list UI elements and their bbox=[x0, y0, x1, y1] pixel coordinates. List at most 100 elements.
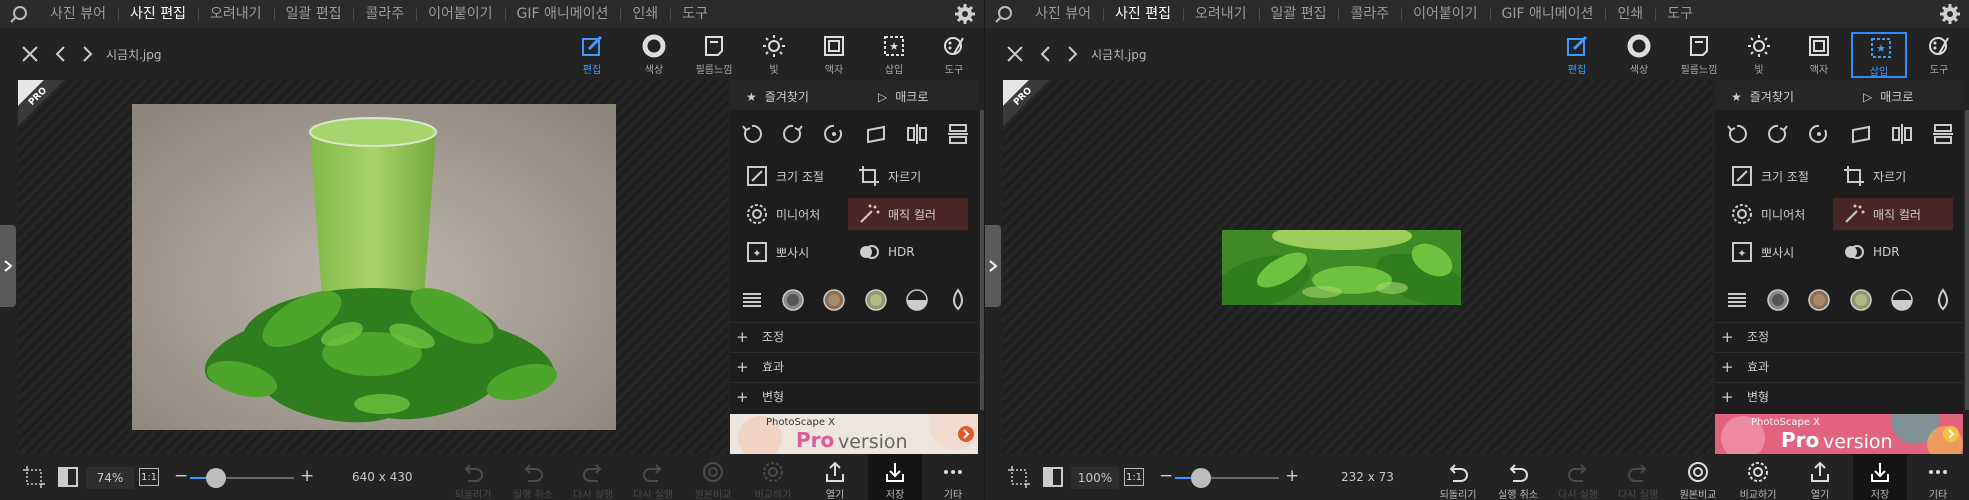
panel-scrollbar[interactable] bbox=[1965, 110, 1969, 410]
accordion-transform[interactable]: + 변형 bbox=[1715, 382, 1963, 410]
menu-item-print[interactable]: 인쇄 bbox=[1605, 0, 1655, 28]
close-icon[interactable] bbox=[18, 42, 42, 66]
menu-item-collage[interactable]: 콜라주 bbox=[1338, 0, 1401, 28]
tool-insert[interactable]: ★ 삽입 bbox=[866, 32, 922, 78]
app-logo-icon[interactable] bbox=[985, 0, 1023, 28]
original-compare-button[interactable]: 원본비교 bbox=[1671, 458, 1725, 500]
more-button[interactable]: 기타 bbox=[1911, 458, 1965, 500]
menu-item-editor[interactable]: 사진 편집 bbox=[117, 0, 198, 28]
menu-item-viewer[interactable]: 사진 뷰어 bbox=[38, 0, 118, 28]
image-canvas[interactable]: PRO bbox=[18, 80, 728, 454]
menu-item-combine[interactable]: 이어붙이기 bbox=[1401, 0, 1489, 28]
undo-button[interactable]: 실행 취소 bbox=[1491, 458, 1545, 500]
flip-vertical-icon[interactable] bbox=[1931, 122, 1955, 146]
filter-half-icon[interactable] bbox=[1890, 288, 1914, 312]
filter-warm-icon[interactable] bbox=[1849, 288, 1873, 312]
accordion-effects[interactable]: + 효과 bbox=[730, 352, 978, 380]
resize-button[interactable]: 크기 조절 bbox=[1721, 160, 1831, 192]
tool-tools[interactable]: 도구 bbox=[1911, 32, 1967, 78]
redo-all-button[interactable]: 다시 실행 bbox=[626, 458, 680, 500]
tool-frame[interactable]: 액자 bbox=[1791, 32, 1847, 78]
tool-color[interactable]: 색상 bbox=[626, 32, 682, 78]
straighten-icon[interactable] bbox=[1849, 122, 1873, 146]
straighten-icon[interactable] bbox=[864, 122, 888, 146]
accordion-adjust[interactable]: + 조정 bbox=[730, 322, 978, 350]
filter-bw-icon[interactable] bbox=[781, 288, 805, 312]
filter-sepia-icon[interactable] bbox=[822, 288, 846, 312]
menu-item-tools[interactable]: 도구 bbox=[1655, 0, 1705, 28]
tool-film[interactable]: 필름느낌 bbox=[686, 32, 742, 78]
accordion-transform[interactable]: + 변형 bbox=[730, 382, 978, 410]
zoom-slider-thumb[interactable] bbox=[1191, 468, 1211, 488]
bloom-button[interactable]: ✦ 뽀사시 bbox=[1721, 236, 1831, 268]
tool-insert[interactable]: ★ 삽입 bbox=[1851, 32, 1907, 78]
macro-button[interactable]: ▷ 매크로 bbox=[878, 88, 928, 105]
tool-edit[interactable]: 편집 bbox=[1549, 32, 1605, 78]
tool-light[interactable]: 빛 bbox=[1731, 32, 1787, 78]
zoom-slider-thumb[interactable] bbox=[206, 468, 226, 488]
rotate-right-icon[interactable] bbox=[781, 122, 805, 146]
tool-light[interactable]: 빛 bbox=[746, 32, 802, 78]
chevron-right-icon[interactable] bbox=[1943, 426, 1959, 442]
drop-icon[interactable] bbox=[1931, 288, 1955, 312]
tool-color[interactable]: 색상 bbox=[1611, 32, 1667, 78]
next-arrow-icon[interactable] bbox=[1061, 42, 1085, 66]
revert-button[interactable]: 되돌리기 bbox=[446, 458, 500, 500]
tool-frame[interactable]: 액자 bbox=[806, 32, 862, 78]
rotate-left-icon[interactable] bbox=[1725, 122, 1749, 146]
rotate-free-icon[interactable] bbox=[822, 122, 846, 146]
zoom-input[interactable]: 100% bbox=[1071, 467, 1119, 489]
settings-gear-icon[interactable] bbox=[952, 1, 978, 27]
tool-film[interactable]: 필름느낌 bbox=[1671, 32, 1727, 78]
redo-button[interactable]: 다시 실행 bbox=[1551, 458, 1605, 500]
zoom-in-button[interactable]: + bbox=[1285, 466, 1299, 486]
drop-icon[interactable] bbox=[946, 288, 970, 312]
menu-item-collage[interactable]: 콜라주 bbox=[353, 0, 416, 28]
levels-icon[interactable] bbox=[1725, 288, 1749, 312]
image-canvas[interactable]: PRO bbox=[1003, 80, 1713, 454]
flip-vertical-icon[interactable] bbox=[946, 122, 970, 146]
previous-arrow-icon[interactable] bbox=[1033, 42, 1057, 66]
menu-item-batch[interactable]: 일괄 편집 bbox=[1258, 0, 1339, 28]
compare-button[interactable]: 비교하기 bbox=[1731, 458, 1785, 500]
favorites-button[interactable]: ★ 즐겨찾기 bbox=[1731, 88, 1794, 105]
redo-button[interactable]: 다시 실행 bbox=[566, 458, 620, 500]
menu-item-batch[interactable]: 일괄 편집 bbox=[273, 0, 354, 28]
hdr-button[interactable]: HDR bbox=[848, 236, 958, 268]
magic-color-button[interactable]: 매직 컬러 bbox=[848, 198, 968, 230]
open-button[interactable]: 열기 bbox=[808, 458, 862, 500]
zoom-in-button[interactable]: + bbox=[300, 466, 314, 486]
rotate-left-icon[interactable] bbox=[740, 122, 764, 146]
zoom-out-button[interactable]: − bbox=[1159, 466, 1173, 486]
accordion-adjust[interactable]: + 조정 bbox=[1715, 322, 1963, 350]
filter-warm-icon[interactable] bbox=[864, 288, 888, 312]
miniature-button[interactable]: 미니어처 bbox=[1721, 198, 1831, 230]
tool-tools[interactable]: 도구 bbox=[926, 32, 982, 78]
flip-horizontal-icon[interactable] bbox=[905, 122, 929, 146]
pro-version-ad-banner[interactable]: PhotoScape X Pro version bbox=[1715, 414, 1963, 454]
compare-button[interactable]: 비교하기 bbox=[746, 458, 800, 500]
original-compare-button[interactable]: 원본비교 bbox=[686, 458, 740, 500]
actual-size-button[interactable]: 1:1 bbox=[139, 468, 159, 486]
pro-version-ad-banner[interactable]: PhotoScape X Pro version bbox=[730, 414, 978, 454]
undo-button[interactable]: 실행 취소 bbox=[506, 458, 560, 500]
menu-item-editor[interactable]: 사진 편집 bbox=[1102, 0, 1183, 28]
menu-item-tools[interactable]: 도구 bbox=[670, 0, 720, 28]
compare-view-icon[interactable] bbox=[56, 465, 80, 489]
menu-item-combine[interactable]: 이어붙이기 bbox=[416, 0, 504, 28]
side-panel-toggle[interactable] bbox=[0, 225, 16, 307]
macro-button[interactable]: ▷ 매크로 bbox=[1863, 88, 1913, 105]
zoom-out-button[interactable]: − bbox=[174, 466, 188, 486]
close-icon[interactable] bbox=[1003, 42, 1027, 66]
magic-color-button[interactable]: 매직 컬러 bbox=[1833, 198, 1953, 230]
rotate-right-icon[interactable] bbox=[1766, 122, 1790, 146]
crop-button[interactable]: 자르기 bbox=[848, 160, 958, 192]
menu-item-cutout[interactable]: 오려내기 bbox=[1182, 0, 1259, 28]
tool-edit[interactable]: 편집 bbox=[564, 32, 620, 78]
crop-button[interactable]: 자르기 bbox=[1833, 160, 1943, 192]
save-button[interactable]: 저장 bbox=[868, 454, 922, 500]
menu-item-gif[interactable]: GIF 애니메이션 bbox=[504, 0, 621, 28]
previous-arrow-icon[interactable] bbox=[48, 42, 72, 66]
side-panel-toggle[interactable] bbox=[985, 225, 1001, 307]
open-button[interactable]: 열기 bbox=[1793, 458, 1847, 500]
